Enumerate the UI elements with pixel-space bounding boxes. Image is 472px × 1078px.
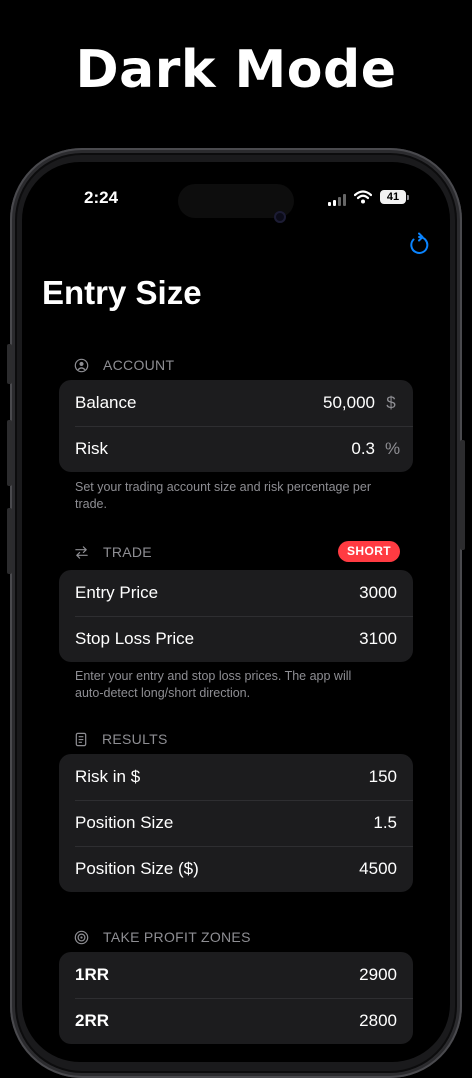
stop-loss-input[interactable]: 3100	[359, 629, 397, 649]
results-section-header: RESULTS	[74, 729, 168, 749]
stop-loss-label: Stop Loss Price	[75, 629, 195, 648]
take-profit-card: 1RR 2900 2RR 2800	[59, 952, 413, 1044]
trade-header-label: TRADE	[103, 544, 152, 560]
document-icon	[75, 732, 87, 746]
take-profit-header-label: TAKE PROFIT ZONES	[103, 929, 251, 945]
target-icon	[74, 930, 89, 944]
position-size-value: 1.5	[373, 813, 397, 832]
balance-label: Balance	[75, 393, 137, 412]
wifi-icon	[354, 190, 372, 204]
headline: Dark Mode	[75, 40, 397, 100]
battery-icon: 41	[380, 190, 409, 204]
account-card: Balance 50,000 $ Risk 0.3 %	[59, 380, 413, 472]
risk-label: Risk	[75, 439, 109, 458]
action-button	[7, 344, 12, 384]
entry-price-input[interactable]: 3000	[359, 583, 397, 603]
stop-loss-row[interactable]: Stop Loss Price 3100	[59, 616, 413, 662]
cellular-signal-icon	[328, 194, 346, 206]
volume-up-button	[7, 420, 12, 486]
risk-unit: %	[385, 439, 401, 458]
take-profit-2rr-value: 2800	[359, 1011, 397, 1030]
status-time: 2:24	[84, 188, 119, 207]
results-header-label: RESULTS	[102, 731, 168, 747]
position-size-dollar-value: 4500	[359, 859, 397, 878]
entry-price-row[interactable]: Entry Price 3000	[59, 570, 413, 616]
direction-badge: SHORT	[338, 541, 400, 562]
app-screen: 2:24 41 Entry Size ACCOUNT Balance 50,00…	[22, 162, 450, 1062]
risk-dollar-label: Risk in $	[75, 767, 141, 786]
volume-down-button	[7, 508, 12, 574]
position-size-row: Position Size 1.5	[59, 800, 413, 846]
camera-indicator	[274, 211, 286, 223]
trade-footer: Enter your entry and stop loss prices. T…	[75, 669, 352, 700]
take-profit-section-header: TAKE PROFIT ZONES	[74, 927, 251, 947]
account-header-label: ACCOUNT	[103, 357, 175, 373]
swap-arrows-icon	[75, 545, 88, 559]
person-circle-icon	[74, 358, 89, 372]
trade-section-header: TRADE	[74, 542, 152, 562]
entry-price-label: Entry Price	[75, 583, 159, 602]
power-button	[460, 440, 465, 550]
position-size-dollar-label: Position Size ($)	[75, 859, 199, 878]
risk-input[interactable]: 0.3	[351, 439, 375, 459]
risk-dollar-row: Risk in $ 150	[59, 754, 413, 800]
balance-unit: $	[386, 393, 396, 412]
take-profit-2rr-row: 2RR 2800	[59, 998, 413, 1044]
balance-row[interactable]: Balance 50,000 $	[59, 380, 413, 426]
risk-row[interactable]: Risk 0.3 %	[59, 426, 413, 472]
position-size-dollar-row: Position Size ($) 4500	[59, 846, 413, 892]
take-profit-1rr-label: 1RR	[75, 965, 110, 984]
page-title: Entry Size	[42, 274, 202, 311]
status-bar: 2:24 41	[22, 184, 450, 223]
risk-dollar-value: 150	[368, 767, 397, 786]
balance-input[interactable]: 50,000	[323, 393, 375, 413]
take-profit-1rr-row: 1RR 2900	[59, 952, 413, 998]
take-profit-2rr-label: 2RR	[75, 1011, 110, 1030]
account-footer: Set your trading account size and risk p…	[75, 480, 372, 511]
position-size-label: Position Size	[75, 813, 174, 832]
account-section-header: ACCOUNT	[74, 355, 174, 375]
trade-card: Entry Price 3000 Stop Loss Price 3100	[59, 570, 413, 662]
results-card: Risk in $ 150 Position Size 1.5 Position…	[59, 754, 413, 892]
refresh-icon[interactable]	[406, 232, 432, 258]
take-profit-1rr-value: 2900	[359, 965, 397, 984]
